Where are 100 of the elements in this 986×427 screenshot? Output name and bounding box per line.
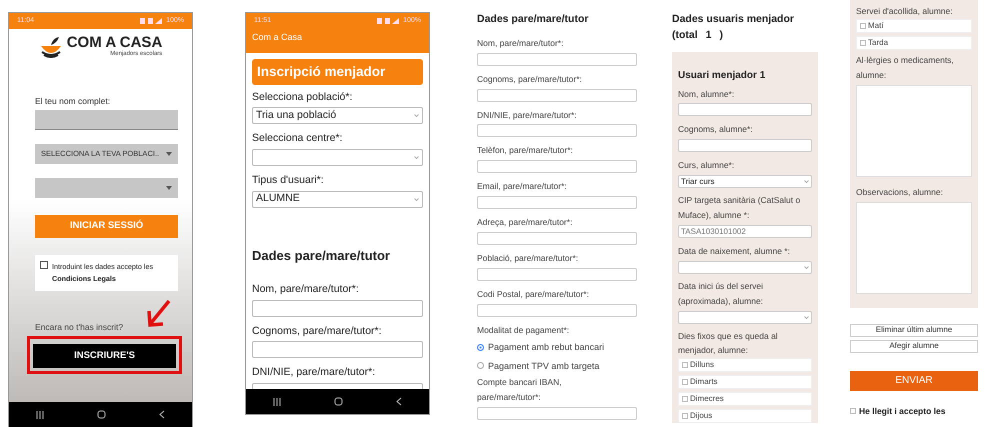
chevron-down-icon [804,266,809,269]
input-field[interactable] [477,304,637,317]
section-title: Dades pare/mare/tutor [252,246,391,265]
checkbox[interactable] [850,408,856,414]
home-icon[interactable] [96,410,106,419]
select-field[interactable] [252,148,423,166]
status-icons [377,18,400,24]
field-label: Selecciona població*: [252,90,354,104]
checkbox-option[interactable]: Dimarts [678,375,812,390]
checkbox[interactable] [682,379,688,386]
app-title: Com a Casa [252,32,302,42]
field-label: Data inici ús del servei (aproximada), alumne: [678,280,764,308]
input-field[interactable] [477,196,637,210]
field-label: Email, pare/mare/tutor*: [477,180,568,194]
field-label: Servei d'acollida, alumne: [856,5,954,18]
checkbox-option[interactable]: Tarda [856,36,972,50]
field-label: Cognoms, pare/mare/tutor*: [252,324,383,338]
section-title: Dades pare/mare/tutor [477,12,590,27]
input-field[interactable] [678,139,812,152]
field-label: Telèfon, pare/mare/tutor*: [477,144,574,158]
section-title: Dades usuaris menjador [672,12,795,27]
chevron-down-icon [414,114,419,118]
input-field[interactable] [477,52,637,66]
input-field[interactable] [477,268,637,281]
input-field[interactable] [35,110,178,130]
select-field[interactable]: ALUMNE [252,190,423,208]
select-field[interactable]: Triar curs [678,175,812,188]
checkbox-option[interactable]: Matí [856,18,972,33]
input-field[interactable] [477,88,637,102]
input-field[interactable] [477,407,637,420]
field-label: Nom, alumne*: [678,88,736,100]
input-field[interactable] [477,160,637,174]
select-field[interactable] [678,310,812,324]
bowl-logo-icon [38,36,63,58]
form-button[interactable]: Eliminar últim alumne [850,324,978,336]
text-area[interactable] [856,202,972,294]
field-label: Modalitat de pagament*: [477,324,570,337]
radio-option[interactable]: Pagament amb rebut bancari [477,338,637,357]
recent-apps-icon[interactable] [272,398,281,406]
card-title: Usuari menjador 1 [678,68,766,82]
total-count: 1 [704,28,713,43]
text-area[interactable] [856,84,972,177]
checkbox[interactable] [40,260,48,269]
form-heading: Inscripció menjador [252,58,423,85]
checkbox-option[interactable]: Dimecres [678,392,812,406]
field-label: Tipus d'usuari*: [252,174,325,187]
field-label: Dies fixos que es queda al menjador, alumne: [678,330,779,358]
recent-apps-icon[interactable] [36,410,44,418]
chevron-down-icon [414,198,419,201]
checkbox[interactable] [860,22,866,29]
input-field[interactable]: TASA1030101002 [678,224,812,238]
chevron-down-icon [414,156,419,159]
field-label: DNI/NIE, pare/mare/tutor*: [477,108,578,122]
field-label: CIP targeta sanitària (CatSalut o Muface), alumne *: [678,194,802,222]
radio-button[interactable] [477,362,484,370]
select-field[interactable] [678,260,812,274]
logo-title: COM A CASA [66,35,162,50]
checkbox[interactable] [682,362,688,368]
input-field[interactable] [477,124,637,138]
terms-text: He llegit i accepto les [859,404,946,418]
home-icon[interactable] [334,397,343,406]
status-icons [140,18,162,24]
checkbox[interactable] [682,396,688,402]
back-icon[interactable] [396,397,402,406]
checkbox-option[interactable]: Dilluns [678,358,812,372]
field-label: Cognoms, alumne*: [678,123,754,136]
total-label: (total [672,28,698,43]
field-label: Nom, pare/mare/tutor*: [252,283,360,296]
caret-icon [166,152,172,156]
back-icon[interactable] [159,410,166,419]
total-label: ) [720,28,724,43]
input-field[interactable] [252,300,423,317]
field-label: Curs, alumne*: [678,159,736,172]
input-field[interactable] [252,341,423,358]
checkbox[interactable] [860,40,866,46]
radio-option[interactable]: Pagament TPV amb targeta [477,356,637,376]
field-label: El teu nom complet: [35,95,112,108]
field-label: Selecciona centre*: [252,132,344,145]
chevron-down-icon [804,180,809,184]
field-label: Observacions, alumne: [856,186,944,199]
select-field[interactable] [35,178,178,198]
field-label: DNI/NIE, pare/mare/tutor*: [252,366,376,379]
field-label: Al·lèrgies o medicaments, alumne: [856,54,955,82]
radio-button[interactable] [477,344,484,351]
caret-icon [166,186,172,190]
form-button[interactable]: Afegir alumne [850,340,978,352]
chevron-down-icon [804,316,809,318]
register-button[interactable]: INSCRIURE'S [33,344,176,368]
field-label: Compte bancari IBAN, pare/mare/tutor*: [477,376,563,404]
checkbox-option[interactable]: Dijous [678,409,812,424]
input-field[interactable] [678,103,812,116]
input-field[interactable] [477,232,637,245]
select-field[interactable]: Tria una població [252,107,423,124]
register-prompt: Encara no t'has inscrit? [35,321,124,334]
checkbox[interactable] [682,413,688,420]
arrow-icon [147,298,171,327]
field-label: Població, pare/mare/tutor*: [477,252,580,265]
field-label: Adreça, pare/mare/tutor*: [477,216,574,230]
field-label: Cognoms, pare/mare/tutor*: [477,72,583,86]
field-label: Nom, pare/mare/tutor*: [477,36,564,50]
